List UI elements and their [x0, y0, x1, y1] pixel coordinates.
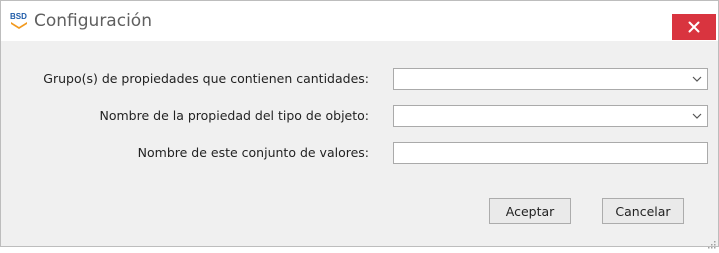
- resize-grip-icon[interactable]: [706, 234, 716, 249]
- title-bar[interactable]: BSD Configuración: [1, 1, 718, 41]
- configuration-dialog: BSD Configuración Grupo(s) de propiedade…: [0, 0, 719, 249]
- dialog-content: Grupo(s) de propiedades que contienen ca…: [1, 41, 718, 249]
- object-type-property-label: Nombre de la propiedad del tipo de objet…: [99, 108, 370, 123]
- property-groups-label: Grupo(s) de propiedades que contienen ca…: [43, 71, 369, 86]
- property-groups-combobox[interactable]: [393, 68, 708, 90]
- close-button[interactable]: [672, 14, 716, 40]
- close-icon: [688, 21, 700, 33]
- chevron-down-icon[interactable]: [686, 69, 707, 89]
- chevron-down-icon[interactable]: [686, 106, 707, 126]
- value-set-name-label: Nombre de este conjunto de valores:: [137, 145, 369, 160]
- value-set-name-input[interactable]: [393, 142, 708, 164]
- object-type-property-combobox[interactable]: [393, 105, 708, 127]
- accept-button[interactable]: Aceptar: [489, 198, 571, 224]
- window-title: Configuración: [34, 11, 152, 31]
- svg-text:BSD: BSD: [10, 12, 27, 21]
- bsd-logo-icon: BSD: [10, 11, 28, 29]
- cancel-button[interactable]: Cancelar: [602, 198, 684, 224]
